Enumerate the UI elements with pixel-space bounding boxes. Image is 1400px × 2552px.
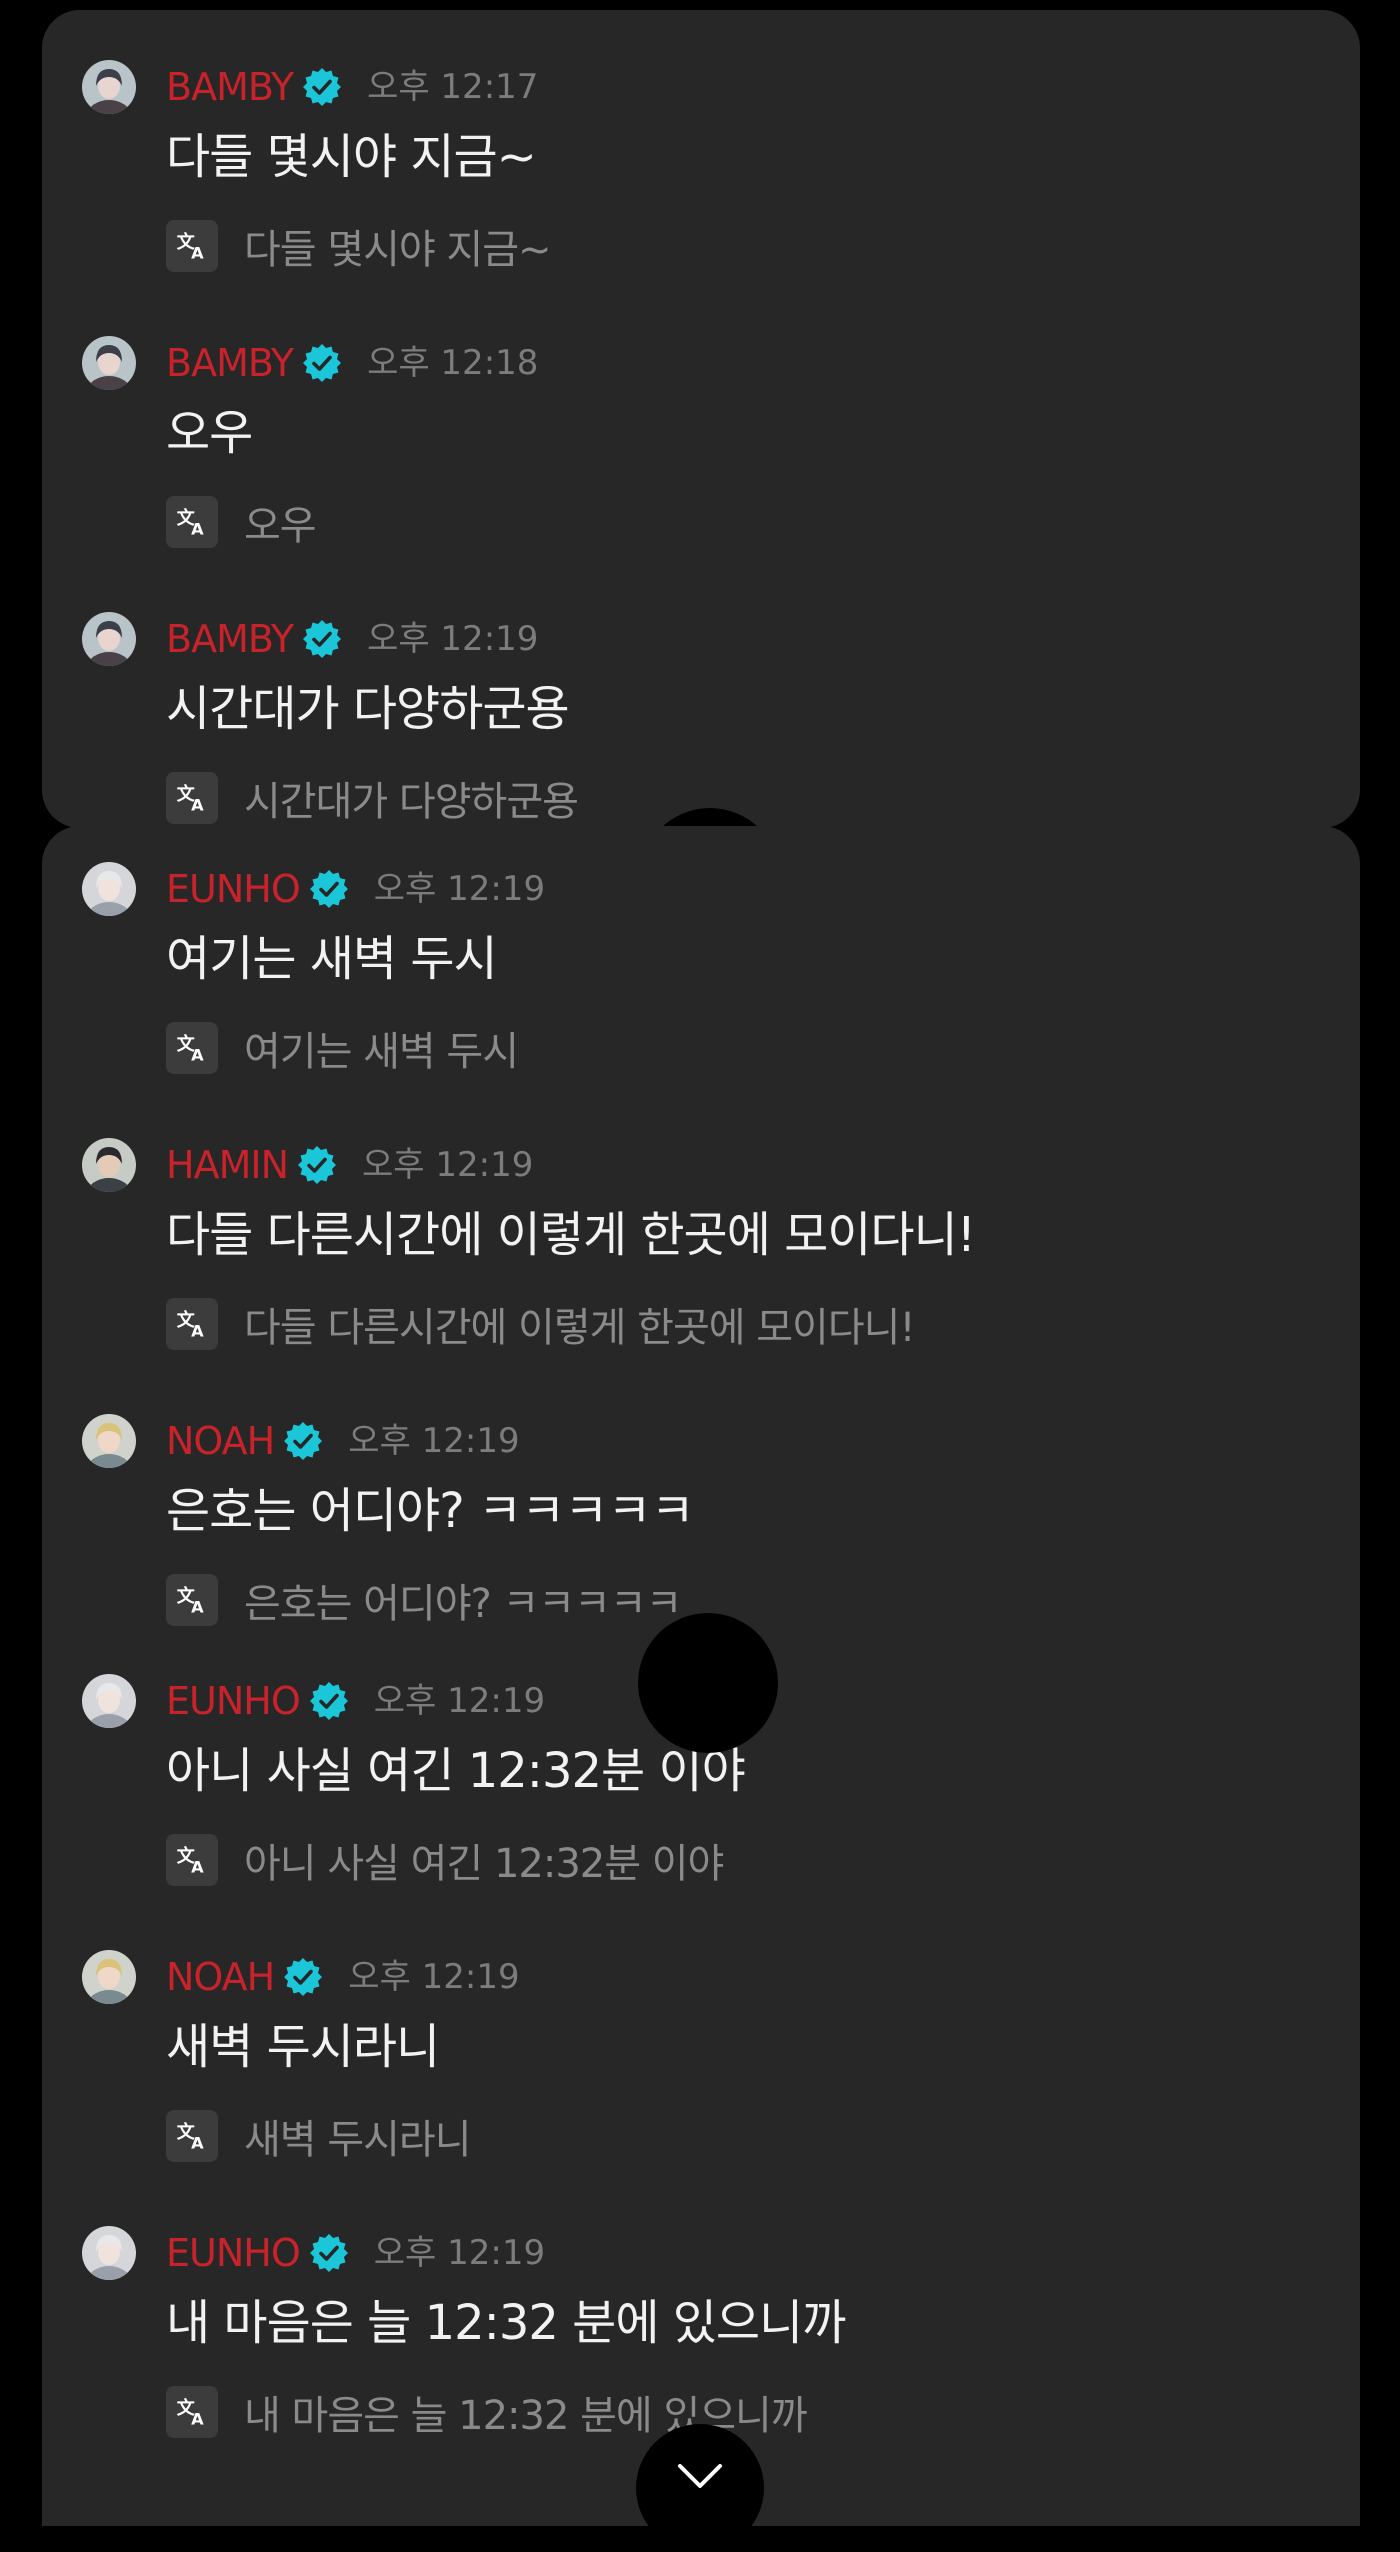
message-item[interactable]: BAMBY 오후 12:19 시간대가 다양하군용 文A 시간대가 다양하군용: [42, 562, 1360, 828]
username[interactable]: EUNHO: [166, 2226, 301, 2280]
message-text: 은호는 어디야? ㅋㅋㅋㅋㅋ: [166, 1483, 695, 1539]
translation-text: 다들 다른시간에 이렇게 한곳에 모이다니!: [244, 1305, 915, 1351]
timestamp: 오후 12:19: [348, 1421, 520, 1461]
message-text: 아니 사실 여긴 12:32분 이야: [166, 1743, 746, 1799]
avatar-eunho[interactable]: [82, 1674, 136, 1728]
timestamp: 오후 12:19: [362, 1145, 534, 1185]
translation-text: 은호는 어디야? ㅋㅋㅋㅋㅋ: [244, 1581, 682, 1627]
message-item[interactable]: EUNHO 오후 12:19 내 마음은 늘 12:32 분에 있으니까 文A …: [42, 2176, 1360, 2452]
translate-icon[interactable]: 文A: [166, 1574, 218, 1626]
timestamp: 오후 12:19: [367, 619, 539, 659]
verified-badge-icon: [300, 1682, 348, 1720]
timestamp: 오후 12:19: [373, 2233, 546, 2273]
verified-badge-icon: [293, 68, 342, 106]
avatar-hamin[interactable]: [82, 1138, 136, 1192]
translate-icon[interactable]: 文A: [166, 1022, 218, 1074]
avatar-eunho[interactable]: [82, 2226, 136, 2280]
message-item[interactable]: NOAH 오후 12:19 은호는 어디야? ㅋㅋㅋㅋㅋ 文A 은호는 어디야?…: [42, 1364, 1360, 1640]
username[interactable]: EUNHO: [166, 862, 301, 916]
verified-badge-icon: [288, 1146, 336, 1184]
translate-icon[interactable]: 文A: [166, 1298, 218, 1350]
svg-text:A: A: [191, 520, 204, 539]
avatar-eunho[interactable]: [82, 862, 136, 916]
translate-icon[interactable]: 文A: [166, 1834, 218, 1886]
translation-text: 다들 몇시야 지금~: [244, 227, 552, 273]
verified-badge-icon: [293, 344, 342, 382]
svg-text:A: A: [191, 244, 204, 263]
username[interactable]: EUNHO: [166, 1674, 301, 1728]
message-item[interactable]: HAMIN 오후 12:19 다들 다른시간에 이렇게 한곳에 모이다니! 文A…: [42, 1088, 1360, 1364]
chevron-down-icon: [678, 2464, 722, 2488]
translation-text: 여기는 새벽 두시: [244, 1029, 519, 1075]
verified-badge-icon: [300, 2234, 348, 2272]
translation-text: 아니 사실 여긴 12:32분 이야: [244, 1841, 724, 1887]
timestamp: 오후 12:19: [348, 1957, 520, 1997]
translate-icon[interactable]: 文A: [166, 220, 218, 272]
translation-text: 오우: [244, 503, 317, 549]
message-item[interactable]: NOAH 오후 12:19 새벽 두시라니 文A 새벽 두시라니: [42, 1900, 1360, 2176]
timestamp: 오후 12:19: [373, 1681, 546, 1721]
message-text: 여기는 새벽 두시: [166, 931, 498, 987]
username[interactable]: NOAH: [166, 1414, 275, 1468]
timestamp: 오후 12:17: [367, 67, 539, 107]
verified-badge-icon: [274, 1958, 323, 1996]
message-text: 다들 몇시야 지금~: [166, 129, 537, 185]
svg-text:A: A: [191, 2410, 204, 2429]
overlay-button-middle[interactable]: [638, 1613, 778, 1753]
avatar-noah[interactable]: [82, 1414, 136, 1468]
translation-text: 시간대가 다양하군용: [244, 779, 579, 825]
timestamp: 오후 12:19: [373, 869, 546, 909]
verified-badge-icon: [274, 1422, 323, 1460]
avatar-noah[interactable]: [82, 1950, 136, 2004]
translate-icon[interactable]: 文A: [166, 496, 218, 548]
message-text: 내 마음은 늘 12:32 분에 있으니까: [166, 2295, 846, 2351]
timestamp: 오후 12:18: [367, 343, 539, 383]
svg-text:A: A: [191, 1858, 204, 1877]
username[interactable]: NOAH: [166, 1950, 275, 2004]
translation-text: 새벽 두시라니: [244, 2117, 472, 2163]
username[interactable]: BAMBY: [166, 612, 294, 666]
verified-badge-icon: [293, 620, 342, 658]
svg-text:A: A: [191, 796, 204, 815]
message-item[interactable]: EUNHO 오후 12:19 여기는 새벽 두시 文A 여기는 새벽 두시: [42, 826, 1360, 1088]
avatar-bamby[interactable]: [82, 612, 136, 666]
svg-text:A: A: [191, 1598, 204, 1617]
svg-text:A: A: [191, 1046, 204, 1065]
message-text: 새벽 두시라니: [166, 2019, 440, 2075]
message-item[interactable]: BAMBY 오후 12:18 오우 文A 오우: [42, 286, 1360, 562]
message-text: 시간대가 다양하군용: [166, 681, 570, 737]
translate-icon[interactable]: 文A: [166, 2110, 218, 2162]
avatar-bamby[interactable]: [82, 60, 136, 114]
verified-badge-icon: [300, 870, 348, 908]
svg-text:A: A: [191, 1322, 204, 1341]
avatar-bamby[interactable]: [82, 336, 136, 390]
message-text: 다들 다른시간에 이렇게 한곳에 모이다니!: [166, 1207, 976, 1263]
message-panel-top: BAMBY 오후 12:17 다들 몇시야 지금~ 文A 다들 몇시야 지금~ …: [42, 10, 1360, 828]
username[interactable]: BAMBY: [166, 336, 294, 390]
username[interactable]: HAMIN: [166, 1138, 289, 1192]
translate-icon[interactable]: 文A: [166, 772, 218, 824]
scroll-down-button[interactable]: [636, 2424, 764, 2552]
message-item[interactable]: BAMBY 오후 12:17 다들 몇시야 지금~ 文A 다들 몇시야 지금~: [42, 10, 1360, 286]
translate-icon[interactable]: 文A: [166, 2386, 218, 2438]
message-text: 오우: [166, 405, 253, 461]
svg-text:A: A: [191, 2134, 204, 2153]
username[interactable]: BAMBY: [166, 60, 294, 114]
